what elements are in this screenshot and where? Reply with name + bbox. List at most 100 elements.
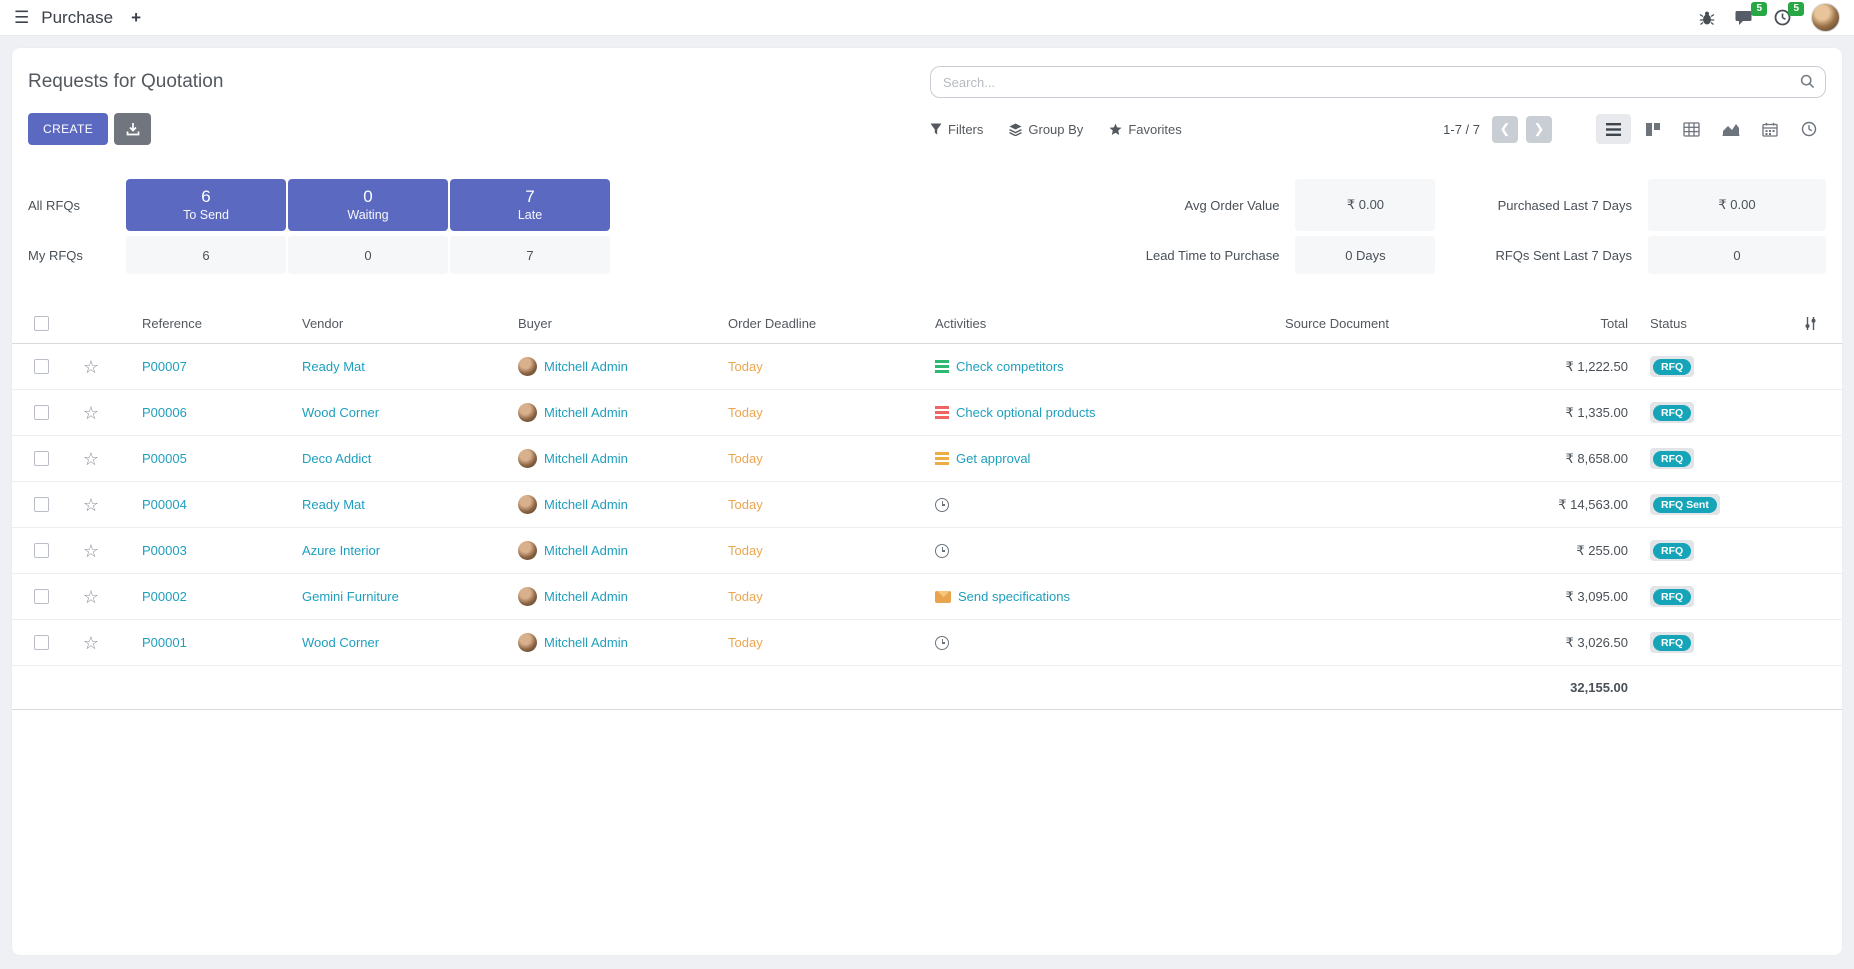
- column-header-order-deadline[interactable]: Order Deadline: [720, 316, 927, 331]
- new-tab-plus-button[interactable]: +: [131, 8, 141, 28]
- app-title[interactable]: Purchase: [41, 8, 113, 28]
- row-checkbox[interactable]: [34, 589, 49, 604]
- row-checkbox[interactable]: [34, 543, 49, 558]
- activity-view-button[interactable]: [1791, 114, 1826, 144]
- table-row[interactable]: ☆ P00002 Gemini Furniture Mitchell Admin…: [12, 574, 1842, 620]
- reference-link[interactable]: P00007: [142, 359, 187, 374]
- optional-columns-icon[interactable]: [1803, 316, 1818, 331]
- table-row[interactable]: ☆ P00003 Azure Interior Mitchell Admin T…: [12, 528, 1842, 574]
- column-header-reference[interactable]: Reference: [112, 316, 294, 331]
- buyer-link[interactable]: Mitchell Admin: [544, 405, 628, 420]
- all-rfqs-late-button[interactable]: 7 Late: [450, 179, 610, 231]
- row-checkbox[interactable]: [34, 359, 49, 374]
- apps-menu-icon[interactable]: ☰: [14, 8, 29, 28]
- reference-link[interactable]: P00006: [142, 405, 187, 420]
- row-checkbox[interactable]: [34, 497, 49, 512]
- tasks-red-icon[interactable]: [935, 406, 949, 419]
- calendar-view-button[interactable]: [1752, 114, 1787, 144]
- clock-icon[interactable]: [935, 544, 949, 558]
- buyer-avatar: [518, 541, 537, 560]
- favorite-star-icon[interactable]: ☆: [83, 404, 99, 422]
- row-checkbox[interactable]: [34, 635, 49, 650]
- vendor-link[interactable]: Ready Mat: [302, 359, 365, 374]
- my-rfqs-waiting-cell[interactable]: 0: [288, 236, 448, 274]
- tasks-green-icon[interactable]: [935, 360, 949, 373]
- buyer-link[interactable]: Mitchell Admin: [544, 359, 628, 374]
- export-button[interactable]: [114, 113, 151, 145]
- column-header-activities[interactable]: Activities: [927, 316, 1192, 331]
- reference-link[interactable]: P00003: [142, 543, 187, 558]
- total-amount: ₹ 3,026.50: [1566, 635, 1629, 650]
- search-input[interactable]: [930, 66, 1826, 98]
- my-rfqs-to-send-cell[interactable]: 6: [126, 236, 286, 274]
- favorite-star-icon[interactable]: ☆: [83, 450, 99, 468]
- favorite-star-icon[interactable]: ☆: [83, 634, 99, 652]
- select-all-checkbox[interactable]: [34, 316, 49, 331]
- column-header-source-document[interactable]: Source Document: [1192, 316, 1482, 331]
- buyer-link[interactable]: Mitchell Admin: [544, 543, 628, 558]
- favorite-star-icon[interactable]: ☆: [83, 588, 99, 606]
- buyer-avatar: [518, 633, 537, 652]
- activity-link[interactable]: Check optional products: [956, 405, 1095, 420]
- column-header-vendor[interactable]: Vendor: [294, 316, 510, 331]
- vendor-link[interactable]: Wood Corner: [302, 405, 379, 420]
- buyer-link[interactable]: Mitchell Admin: [544, 635, 628, 650]
- table-row[interactable]: ☆ P00006 Wood Corner Mitchell Admin Toda…: [12, 390, 1842, 436]
- vendor-link[interactable]: Wood Corner: [302, 635, 379, 650]
- favorites-button[interactable]: Favorites: [1109, 122, 1181, 137]
- tasks-yellow-icon[interactable]: [935, 452, 949, 465]
- purchase-dashboard: All RFQs 6 To Send 0 Waiting 7 Late My R…: [28, 179, 1826, 274]
- table-row[interactable]: ☆ P00004 Ready Mat Mitchell Admin Today …: [12, 482, 1842, 528]
- row-checkbox[interactable]: [34, 405, 49, 420]
- vendor-link[interactable]: Gemini Furniture: [302, 589, 399, 604]
- reference-link[interactable]: P00004: [142, 497, 187, 512]
- table-row[interactable]: ☆ P00007 Ready Mat Mitchell Admin Today …: [12, 344, 1842, 390]
- calendar-view-icon: [1762, 122, 1778, 137]
- favorite-star-icon[interactable]: ☆: [83, 358, 99, 376]
- pager-previous-button[interactable]: ❮: [1492, 116, 1518, 143]
- kanban-view-button[interactable]: [1635, 114, 1670, 144]
- favorite-star-icon[interactable]: ☆: [83, 542, 99, 560]
- column-header-total[interactable]: Total: [1482, 316, 1642, 331]
- clock-icon[interactable]: [935, 498, 949, 512]
- buyer-link[interactable]: Mitchell Admin: [544, 451, 628, 466]
- debug-bug-icon[interactable]: [1699, 10, 1715, 26]
- status-badge: RFQ: [1650, 356, 1694, 378]
- pivot-view-button[interactable]: [1674, 114, 1709, 144]
- reference-link[interactable]: P00001: [142, 635, 187, 650]
- vendor-link[interactable]: Ready Mat: [302, 497, 365, 512]
- activity-link[interactable]: Send specifications: [958, 589, 1070, 604]
- vendor-link[interactable]: Azure Interior: [302, 543, 380, 558]
- activities-clock-icon[interactable]: 5: [1774, 9, 1791, 26]
- table-row[interactable]: ☆ P00001 Wood Corner Mitchell Admin Toda…: [12, 620, 1842, 666]
- lead-time-label: Lead Time to Purchase: [1146, 248, 1280, 263]
- table-row[interactable]: ☆ P00005 Deco Addict Mitchell Admin Toda…: [12, 436, 1842, 482]
- activity-link[interactable]: Get approval: [956, 451, 1030, 466]
- clock-icon[interactable]: [935, 636, 949, 650]
- buyer-link[interactable]: Mitchell Admin: [544, 497, 628, 512]
- search-icon[interactable]: [1800, 74, 1815, 89]
- graph-view-button[interactable]: [1713, 114, 1748, 144]
- reference-link[interactable]: P00005: [142, 451, 187, 466]
- envelope-icon[interactable]: [935, 591, 951, 603]
- list-view-button[interactable]: [1596, 114, 1631, 144]
- messages-count-badge: 5: [1751, 2, 1767, 16]
- lead-time-value: 0 Days: [1295, 236, 1435, 274]
- column-header-status[interactable]: Status: [1642, 316, 1772, 331]
- column-header-buyer[interactable]: Buyer: [510, 316, 720, 331]
- group-by-button[interactable]: Group By: [1009, 122, 1083, 137]
- row-checkbox[interactable]: [34, 451, 49, 466]
- all-rfqs-waiting-button[interactable]: 0 Waiting: [288, 179, 448, 231]
- all-rfqs-to-send-button[interactable]: 6 To Send: [126, 179, 286, 231]
- messages-icon[interactable]: 5: [1735, 9, 1754, 26]
- vendor-link[interactable]: Deco Addict: [302, 451, 371, 466]
- activity-link[interactable]: Check competitors: [956, 359, 1064, 374]
- user-avatar[interactable]: [1811, 3, 1840, 32]
- favorite-star-icon[interactable]: ☆: [83, 496, 99, 514]
- filters-button[interactable]: Filters: [930, 122, 983, 137]
- reference-link[interactable]: P00002: [142, 589, 187, 604]
- pager-next-button[interactable]: ❯: [1526, 116, 1552, 143]
- my-rfqs-late-cell[interactable]: 7: [450, 236, 610, 274]
- buyer-link[interactable]: Mitchell Admin: [544, 589, 628, 604]
- create-button[interactable]: CREATE: [28, 113, 108, 145]
